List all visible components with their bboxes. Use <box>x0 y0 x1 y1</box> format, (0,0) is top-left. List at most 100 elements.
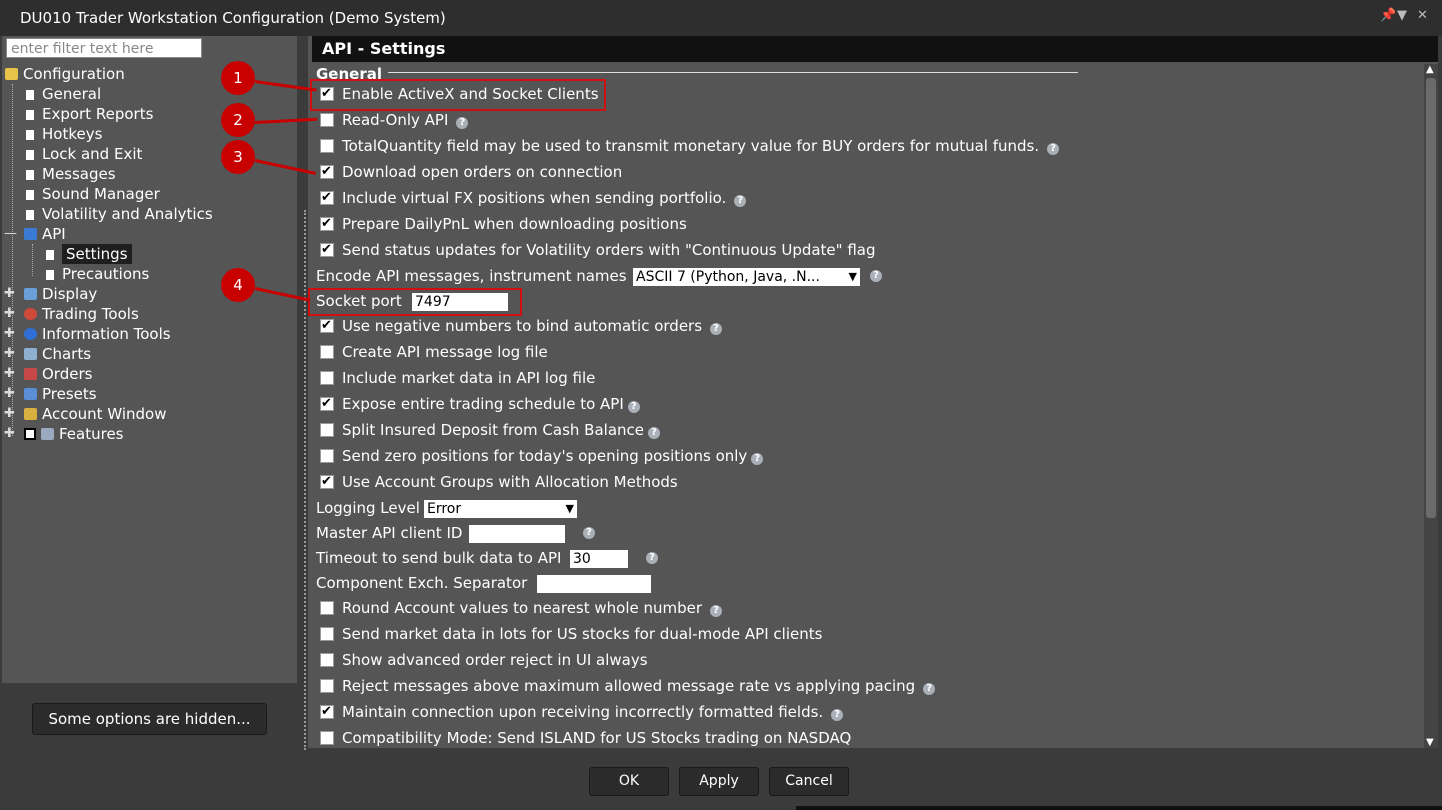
help-icon[interactable]: ? <box>648 427 660 439</box>
help-icon[interactable]: ? <box>627 401 640 413</box>
tree-item-sound-manager[interactable]: Sound Manager <box>26 184 160 204</box>
apply-button[interactable]: Apply <box>679 767 759 796</box>
option-total-quantity[interactable]: TotalQuantity field may be used to trans… <box>320 135 1060 157</box>
checkbox[interactable] <box>320 393 334 415</box>
checkbox[interactable] <box>320 187 334 209</box>
checkbox[interactable] <box>320 423 334 437</box>
option-daily-pnl[interactable]: Prepare DailyPnL when downloading positi… <box>320 213 687 235</box>
help-icon[interactable]: ? <box>710 605 723 617</box>
encode-select[interactable]: ASCII 7 (Python, Java, .N... ▼ <box>633 268 860 286</box>
option-compatibility[interactable]: Compatibility Mode: Send ISLAND for US S… <box>320 727 851 749</box>
option-split-insured[interactable]: Split Insured Deposit from Cash Balance? <box>320 419 660 441</box>
option-market-data-lots[interactable]: Send market data in lots for US stocks f… <box>320 623 822 645</box>
collapse-icon[interactable]: — <box>4 226 17 241</box>
checkbox[interactable] <box>320 449 334 463</box>
option-status-updates[interactable]: Send status updates for Volatility order… <box>320 239 876 261</box>
option-virtual-fx[interactable]: Include virtual FX positions when sendin… <box>320 187 747 209</box>
tree-item-features[interactable]: Features <box>24 424 124 444</box>
checkbox[interactable] <box>320 371 334 385</box>
ok-button[interactable]: OK <box>589 767 669 796</box>
chevron-down-icon[interactable]: ▼ <box>1397 8 1407 23</box>
expand-icon[interactable]: ✚ <box>4 426 15 441</box>
checkbox[interactable] <box>320 113 334 127</box>
help-icon[interactable]: ? <box>583 527 595 539</box>
tree-item-hotkeys[interactable]: Hotkeys <box>26 124 102 144</box>
hidden-options-button[interactable]: Some options are hidden... <box>32 703 267 735</box>
option-maintain-connection[interactable]: Maintain connection upon receiving incor… <box>320 701 844 723</box>
splitter[interactable] <box>304 210 306 750</box>
option-negative-numbers[interactable]: Use negative numbers to bind automatic o… <box>320 315 723 337</box>
help-icon[interactable]: ? <box>751 453 764 465</box>
checkbox[interactable] <box>320 315 334 337</box>
master-client-input[interactable] <box>469 525 565 543</box>
tree-item-precautions[interactable]: Precautions <box>46 264 149 284</box>
help-icon[interactable]: ? <box>870 270 882 282</box>
tree-item-account-window[interactable]: Account Window <box>24 404 166 424</box>
help-icon[interactable]: ? <box>734 195 747 207</box>
tree-item-display[interactable]: Display <box>24 284 97 304</box>
help-icon[interactable]: ? <box>646 552 658 564</box>
checkbox[interactable] <box>320 731 334 745</box>
expand-icon[interactable]: ✚ <box>4 326 15 341</box>
option-advanced-reject[interactable]: Show advanced order reject in UI always <box>320 649 648 671</box>
tree-item-orders[interactable]: Orders <box>24 364 92 384</box>
close-icon[interactable]: ✕ <box>1417 8 1428 23</box>
option-account-groups[interactable]: Use Account Groups with Allocation Metho… <box>320 471 678 493</box>
checkbox[interactable] <box>320 161 334 183</box>
option-market-data-log[interactable]: Include market data in API log file <box>320 367 595 389</box>
tree-item-general[interactable]: General <box>26 84 101 104</box>
tree-item-charts[interactable]: Charts <box>24 344 91 364</box>
tree-item-trading-tools[interactable]: Trading Tools <box>24 304 139 324</box>
tree-item-lock-and-exit[interactable]: Lock and Exit <box>26 144 142 164</box>
checkbox[interactable] <box>320 679 334 693</box>
separator-input[interactable] <box>537 575 651 593</box>
expand-icon[interactable]: ✚ <box>4 306 15 321</box>
separator-label: Component Exch. Separator <box>316 574 528 592</box>
chevron-down-icon[interactable]: ▼ <box>1426 737 1434 748</box>
timeout-input[interactable]: 30 <box>570 550 628 568</box>
option-trading-schedule[interactable]: Expose entire trading schedule to API? <box>320 393 640 415</box>
tree-item-volatility[interactable]: Volatility and Analytics <box>26 204 213 224</box>
expand-icon[interactable]: ✚ <box>4 286 15 301</box>
tree-item-messages[interactable]: Messages <box>26 164 116 184</box>
help-icon[interactable]: ? <box>831 709 844 721</box>
expand-icon[interactable]: ✚ <box>4 406 15 421</box>
cancel-button[interactable]: Cancel <box>769 767 849 796</box>
option-round-account[interactable]: Round Account values to nearest whole nu… <box>320 597 723 619</box>
tree-item-export-reports[interactable]: Export Reports <box>26 104 153 124</box>
tree-item-presets[interactable]: Presets <box>24 384 97 404</box>
checkbox[interactable] <box>320 239 334 261</box>
annotation-marker-4: 4 <box>221 268 255 302</box>
logging-level-select[interactable]: Error ▼ <box>424 500 577 518</box>
help-icon[interactable]: ? <box>456 117 469 129</box>
expand-icon[interactable]: ✚ <box>4 386 15 401</box>
features-icon <box>41 428 54 440</box>
tree-item-settings[interactable]: Settings <box>46 244 132 264</box>
option-zero-positions[interactable]: Send zero positions for today's opening … <box>320 445 764 467</box>
checkbox[interactable] <box>320 701 334 723</box>
option-reject-messages[interactable]: Reject messages above maximum allowed me… <box>320 675 936 697</box>
help-icon[interactable]: ? <box>923 683 936 695</box>
option-download-open-orders[interactable]: Download open orders on connection <box>320 161 622 183</box>
pin-icon[interactable]: 📌 <box>1380 8 1396 23</box>
checkbox[interactable] <box>320 601 334 615</box>
tree-item-api[interactable]: API <box>24 224 66 244</box>
checkbox[interactable] <box>320 139 334 153</box>
checkbox[interactable] <box>320 627 334 641</box>
option-create-log[interactable]: Create API message log file <box>320 341 548 363</box>
filter-input[interactable]: enter filter text here <box>6 38 202 58</box>
scrollbar-thumb[interactable] <box>1426 78 1436 518</box>
checkbox[interactable] <box>320 345 334 359</box>
expand-icon[interactable]: ✚ <box>4 346 15 361</box>
checkbox[interactable] <box>320 653 334 667</box>
tree-item-configuration[interactable]: Configuration <box>5 64 125 84</box>
tree-item-information-tools[interactable]: Information Tools <box>24 324 171 344</box>
help-icon[interactable]: ? <box>710 323 723 335</box>
chevron-up-icon[interactable]: ▲ <box>1426 64 1434 75</box>
scrollbar[interactable]: ▲ ▼ <box>1424 64 1438 748</box>
checkbox[interactable] <box>320 213 334 235</box>
expand-icon[interactable]: ✚ <box>4 366 15 381</box>
help-icon[interactable]: ? <box>1047 143 1060 155</box>
checkbox[interactable] <box>320 471 334 493</box>
option-read-only[interactable]: Read-Only API? <box>320 109 469 131</box>
